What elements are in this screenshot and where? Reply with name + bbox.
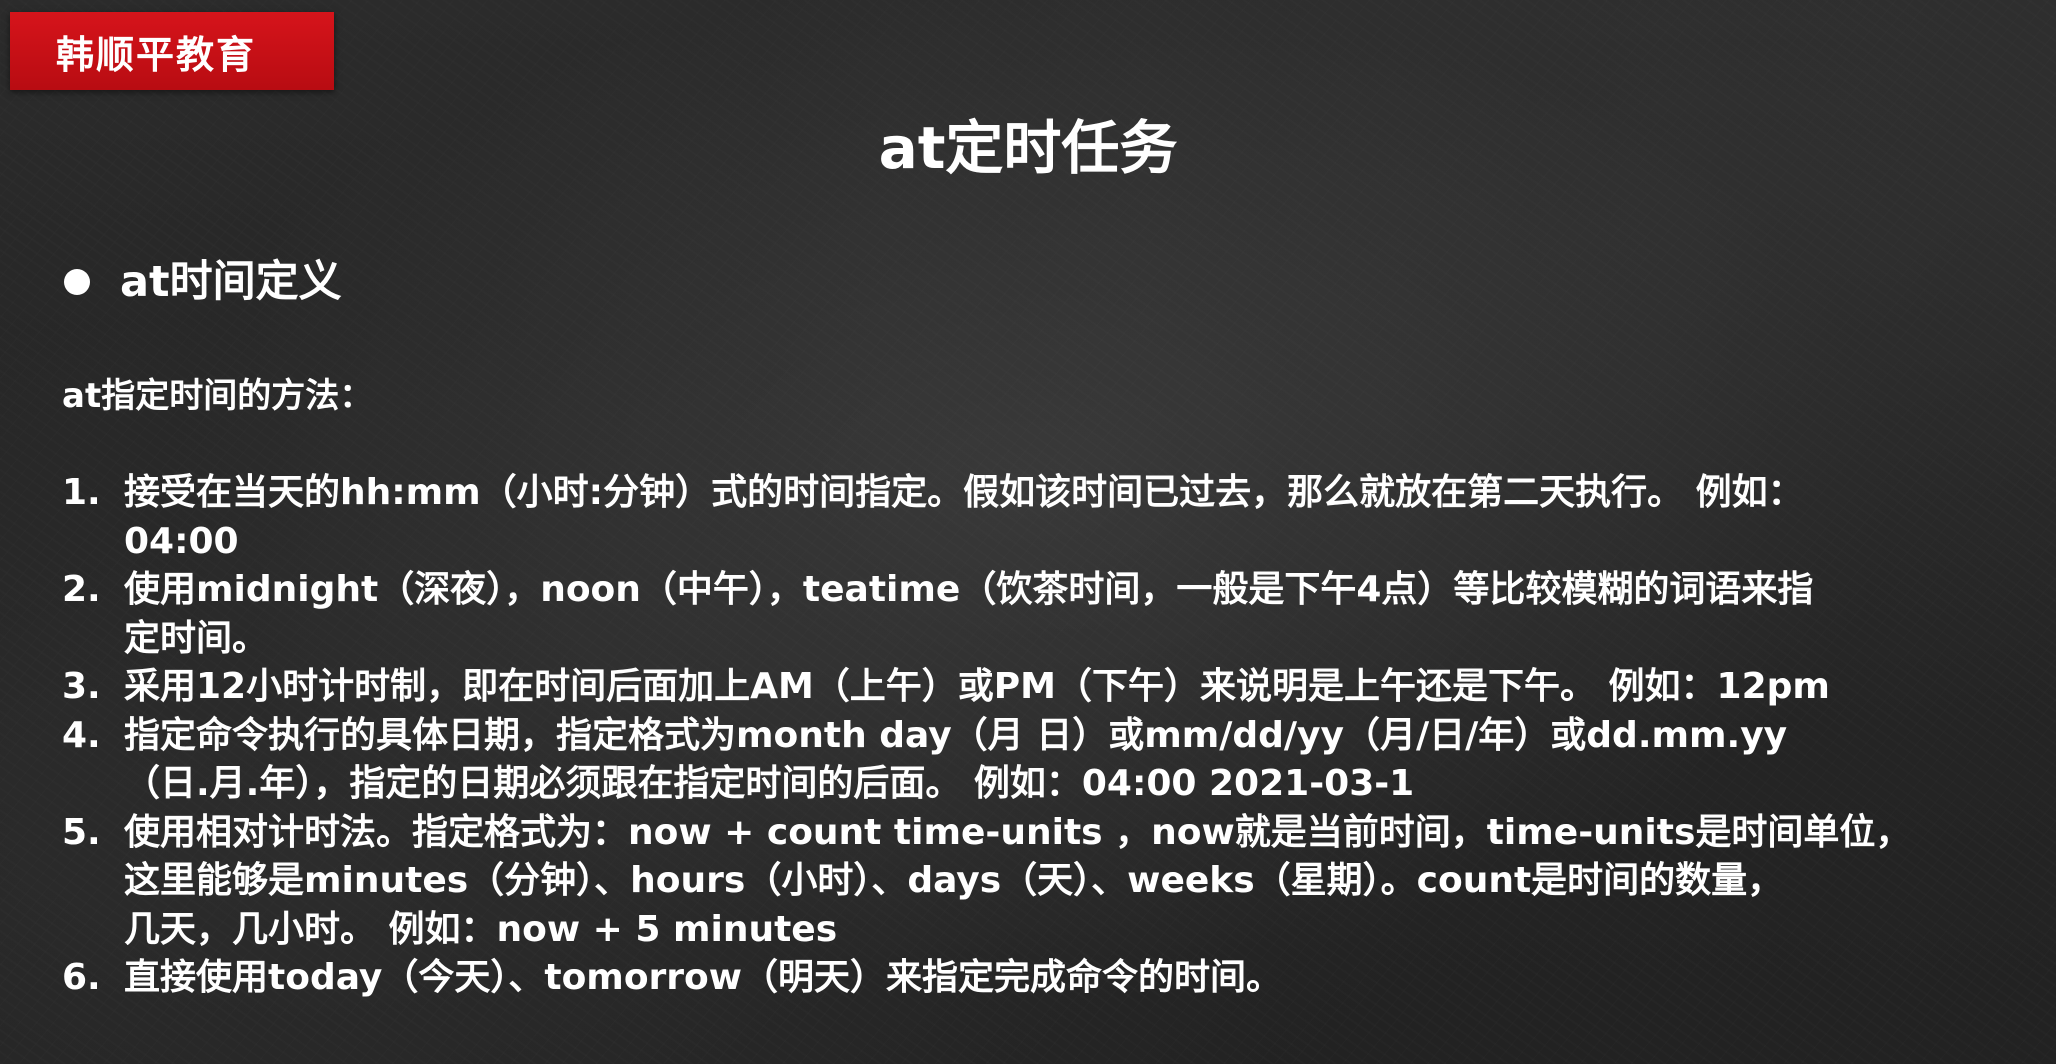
list-item-line: 采用12小时计时制，即在时间后面加上AM（上午）或PM（下午）来说明是上午还是下…: [124, 666, 1830, 707]
list-item-line: 04:00: [124, 520, 239, 562]
intro-text: at指定时间的方法：: [62, 376, 374, 416]
list-item-line: 定时间。: [124, 617, 269, 659]
list-item: 2. 使用midnight（深夜），noon（中午），teatime（饮茶时间，…: [62, 566, 2022, 663]
list-item-text: 使用midnight（深夜），noon（中午），teatime（饮茶时间，一般是…: [124, 566, 2022, 663]
list-item-line: 直接使用today（今天）、tomorrow（明天）来指定完成命令的时间。: [124, 957, 1283, 998]
list-item: 1. 接受在当天的hh:mm（小时:分钟）式的时间指定。假如该时间已过去，那么就…: [62, 469, 2022, 566]
list-item: 3. 采用12小时计时制，即在时间后面加上AM（上午）或PM（下午）来说明是上午…: [62, 663, 2022, 712]
list-item-text: 接受在当天的hh:mm（小时:分钟）式的时间指定。假如该时间已过去，那么就放在第…: [124, 469, 2022, 566]
bullet-dot-icon: [64, 269, 90, 295]
slide-title: at定时任务: [878, 114, 1178, 182]
list-item-text: 指定命令执行的具体日期，指定格式为month day（月 日）或mm/dd/yy…: [124, 712, 2022, 809]
list-item-text: 使用相对计时法。指定格式为：now + count time-units ，no…: [124, 809, 2022, 955]
list-item-line: （日.月.年），指定的日期必须跟在指定时间的后面。 例如：04:00 2021-…: [124, 763, 1415, 804]
list-item-number: 1.: [62, 472, 101, 513]
list-item-number: 2.: [62, 569, 101, 610]
brand-logo-text: 韩顺平教育: [56, 32, 257, 77]
list-item-line: 使用相对计时法。指定格式为：now + count time-units ，no…: [124, 811, 1912, 853]
list-item-line: 接受在当天的hh:mm（小时:分钟）式的时间指定。假如该时间已过去，那么就放在第…: [124, 472, 1804, 513]
list-item: 5. 使用相对计时法。指定格式为：now + count time-units …: [62, 809, 2022, 955]
method-list: 1. 接受在当天的hh:mm（小时:分钟）式的时间指定。假如该时间已过去，那么就…: [62, 469, 2022, 1003]
list-item-number: 6.: [62, 957, 101, 998]
brand-logo-badge: 韩顺平教育: [10, 12, 334, 90]
list-item-line: 指定命令执行的具体日期，指定格式为month day（月 日）或mm/dd/yy…: [124, 714, 1788, 756]
list-item-text: 直接使用today（今天）、tomorrow（明天）来指定完成命令的时间。: [124, 954, 2022, 1003]
list-item-number: 5.: [62, 811, 101, 853]
list-item-line: 使用midnight（深夜），noon（中午），teatime（饮茶时间，一般是…: [124, 569, 1814, 610]
list-item-line: 这里能够是minutes（分钟）、hours（小时）、days（天）、weeks…: [124, 860, 1784, 901]
list-item-number: 4.: [62, 714, 101, 756]
list-item: 4. 指定命令执行的具体日期，指定格式为month day（月 日）或mm/dd…: [62, 712, 2022, 809]
section-heading: at时间定义: [64, 252, 342, 312]
list-item-line: 几天，几小时。 例如：now + 5 minutes: [124, 908, 838, 950]
list-item: 6. 直接使用today（今天）、tomorrow（明天）来指定完成命令的时间。: [62, 954, 2022, 1003]
list-item-text: 采用12小时计时制，即在时间后面加上AM（上午）或PM（下午）来说明是上午还是下…: [124, 663, 2022, 712]
section-title: at时间定义: [120, 257, 342, 307]
list-item-number: 3.: [62, 666, 101, 707]
